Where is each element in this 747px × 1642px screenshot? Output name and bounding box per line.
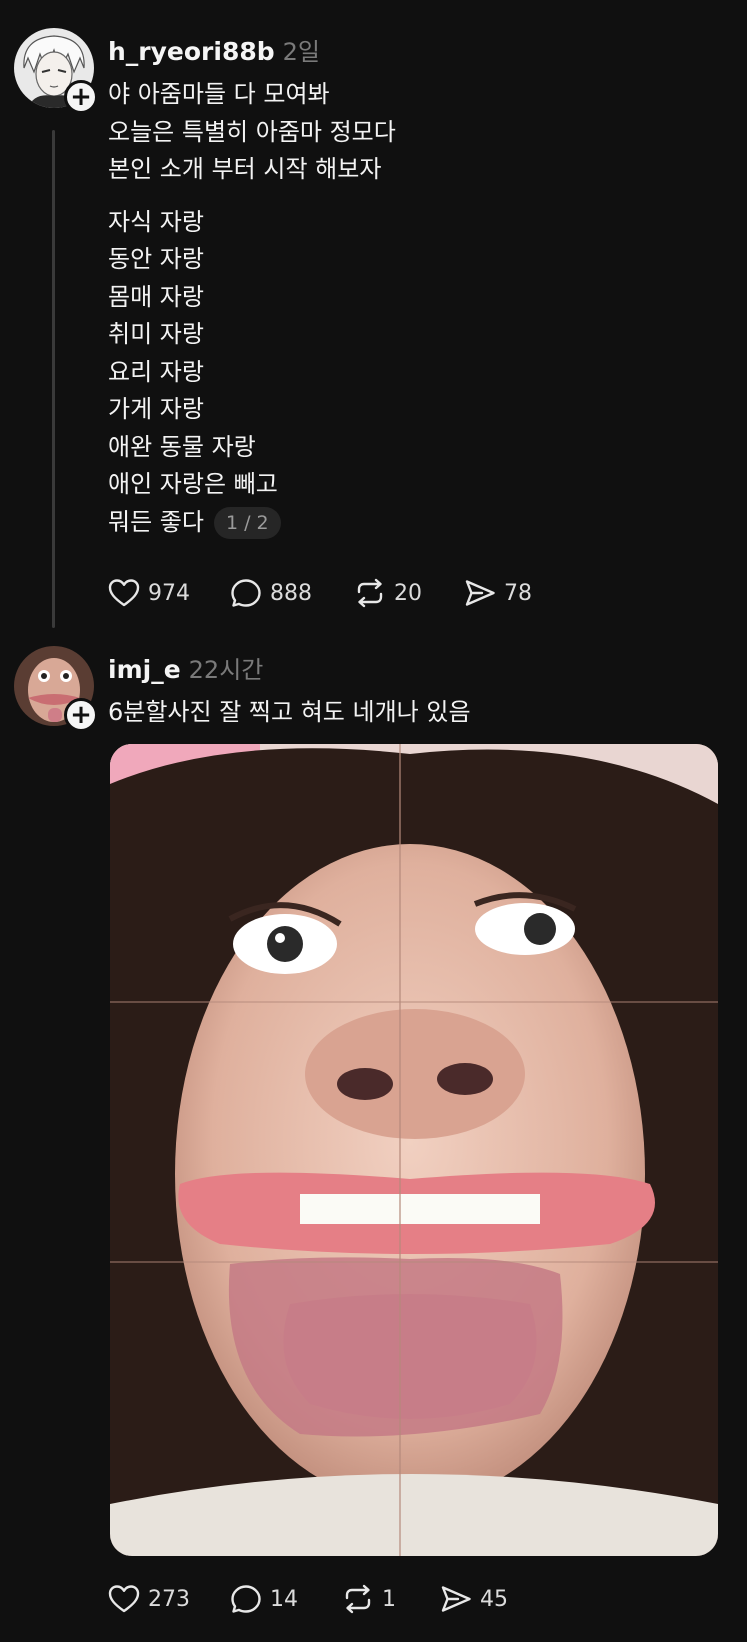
text-line: 애완 동물 자랑 [108, 432, 256, 461]
comment-count: 888 [270, 580, 312, 606]
like-button[interactable]: 974 [108, 578, 230, 608]
thread-post: + imj_e 22시간 6분할사진 잘 찍고 혀도 네개나 있음 273 14… [0, 632, 747, 1642]
like-button[interactable]: 273 [108, 1584, 230, 1614]
follow-plus-icon[interactable]: + [64, 80, 98, 114]
avatar-container[interactable]: + [14, 646, 98, 732]
follow-plus-icon[interactable]: + [64, 698, 98, 732]
post-time[interactable]: 2일 [283, 32, 320, 67]
username[interactable]: h_ryeori88b [108, 37, 275, 66]
paragraph: 자식 자랑 동안 자랑 몸매 자랑 취미 자랑 요리 자랑 가게 자랑 애완 동… [108, 204, 396, 542]
text-line: 동안 자랑 [108, 245, 204, 273]
post-header: h_ryeori88b 2일 [108, 32, 320, 67]
action-bar: 273 14 1 45 [108, 1584, 508, 1614]
heart-icon [108, 1585, 140, 1613]
username[interactable]: imj_e [108, 655, 181, 684]
repost-icon [345, 1584, 371, 1614]
comment-icon [231, 1585, 261, 1613]
comment-button[interactable]: 888 [230, 578, 354, 608]
comment-button[interactable]: 14 [230, 1584, 342, 1614]
repost-button[interactable]: 1 [342, 1584, 440, 1614]
comment-icon [231, 579, 261, 607]
like-count: 273 [148, 1586, 190, 1612]
page-indicator: 1 / 2 [213, 506, 281, 539]
text-line: 자식 자랑 [108, 207, 204, 236]
avatar-container[interactable]: + [14, 28, 98, 114]
share-count: 45 [480, 1586, 508, 1612]
text-line: 오늘은 특별히 아줌마 정모다 [108, 117, 396, 146]
send-icon [465, 580, 495, 606]
post-time[interactable]: 22시간 [189, 650, 264, 685]
post-image[interactable] [110, 744, 718, 1556]
text-line: 본인 소개 부터 시작 해보자 [108, 155, 382, 183]
collage-photo [110, 744, 718, 1556]
text-line: 야 아줌마들 다 모여봐 [108, 80, 330, 108]
post-body: 6분할사진 잘 찍고 혀도 네개나 있음 [108, 694, 471, 732]
repost-count: 20 [394, 580, 422, 606]
text-line: 6분할사진 잘 찍고 혀도 네개나 있음 [108, 698, 471, 726]
paragraph: 야 아줌마들 다 모여봐 오늘은 특별히 아줌마 정모다 본인 소개 부터 시작… [108, 76, 396, 189]
share-button[interactable]: 78 [464, 578, 532, 608]
like-count: 974 [148, 580, 190, 606]
repost-button[interactable]: 20 [354, 578, 464, 608]
action-bar: 974 888 20 78 [108, 578, 532, 608]
text-line: 가게 자랑 [108, 395, 204, 423]
comment-count: 14 [270, 1586, 298, 1612]
text-line: 뭐든 좋다 1 / 2 [108, 504, 396, 542]
thread-post: + h_ryeori88b 2일 야 아줌마들 다 모여봐 오늘은 특별히 아줌… [0, 0, 747, 632]
text-line: 취미 자랑 [108, 320, 204, 348]
share-count: 78 [504, 580, 532, 606]
last-line-text: 뭐든 좋다 [108, 507, 204, 536]
post-header: imj_e 22시간 [108, 650, 263, 685]
share-button[interactable]: 45 [440, 1584, 508, 1614]
thread-connector-line [52, 130, 55, 628]
text-line: 몸매 자랑 [108, 282, 204, 311]
heart-icon [108, 579, 140, 607]
send-icon [441, 1586, 471, 1612]
text-line: 애인 자랑은 빼고 [108, 470, 278, 498]
repost-icon [357, 578, 383, 608]
post-body: 야 아줌마들 다 모여봐 오늘은 특별히 아줌마 정모다 본인 소개 부터 시작… [108, 76, 396, 556]
repost-count: 1 [382, 1586, 396, 1612]
text-line: 요리 자랑 [108, 357, 204, 386]
